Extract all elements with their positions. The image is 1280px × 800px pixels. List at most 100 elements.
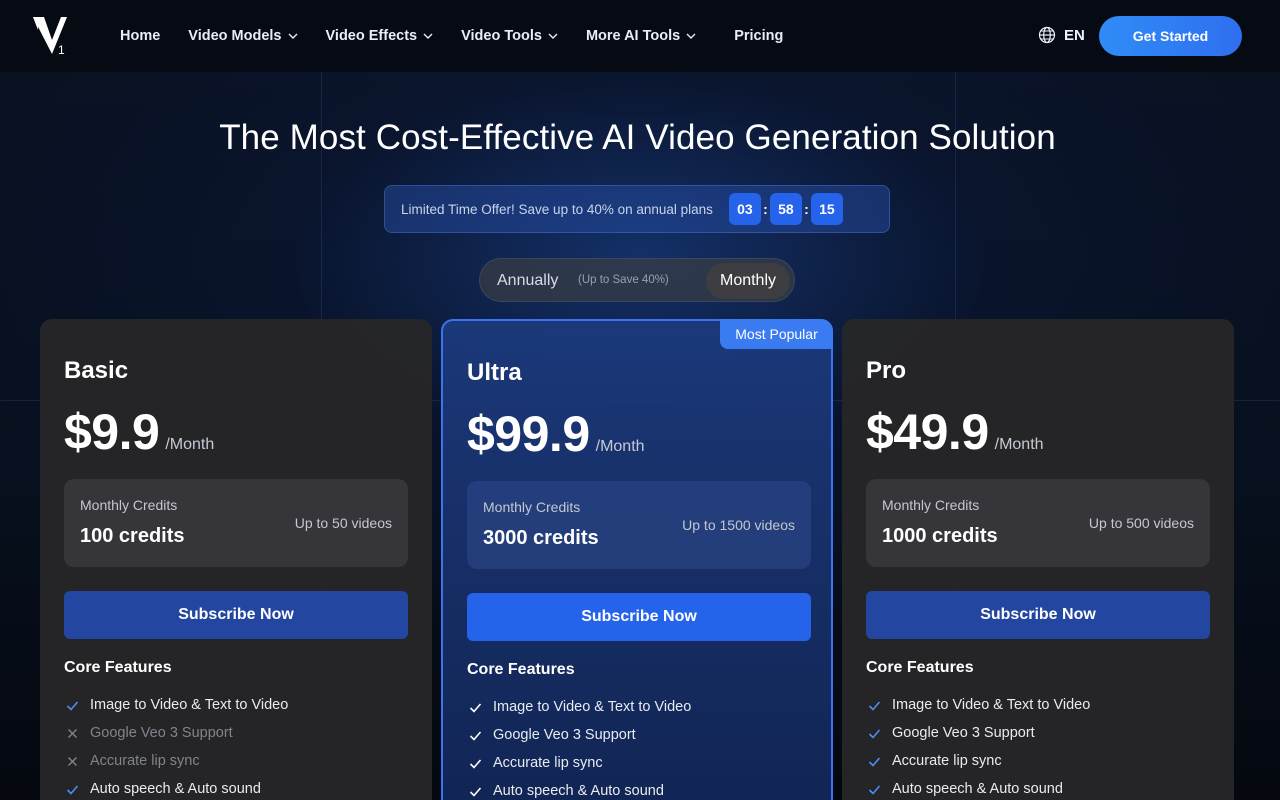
most-popular-badge: Most Popular [720, 319, 833, 349]
feature-label: Auto speech & Auto sound [892, 781, 1063, 797]
nav-more-ai-tools-label: More AI Tools [585, 28, 681, 44]
nav-video-models[interactable]: Video Models [188, 28, 297, 44]
feature-item: Image to Video & Text to Video [64, 691, 288, 719]
subscribe-button-basic[interactable]: Subscribe Now [64, 591, 408, 639]
feature-item: Auto speech & Auto sound [467, 777, 691, 800]
feature-item: Image to Video & Text to Video [866, 691, 1090, 719]
plan-card-ultra: Most Popular Ultra $99.9 /Month Monthly … [441, 319, 833, 800]
nav-video-tools-label: Video Tools [461, 28, 542, 44]
check-icon [866, 753, 882, 769]
countdown-separator: : [763, 201, 768, 217]
credits-label: Monthly Credits [80, 497, 178, 513]
chevron-down-icon [288, 33, 297, 39]
feature-item: Accurate lip sync [64, 747, 288, 775]
language-selector[interactable]: EN [1038, 26, 1085, 44]
get-started-button[interactable]: Get Started [1099, 16, 1242, 56]
countdown-seconds: 15 [810, 193, 843, 225]
nav-video-effects[interactable]: Video Effects [326, 28, 434, 44]
nav-more-ai-tools[interactable]: More AI Tools [586, 28, 696, 44]
chevron-down-icon [686, 33, 696, 39]
brand-logo-icon[interactable]: 1 [30, 14, 70, 58]
nav-video-effects-label: Video Effects [325, 28, 418, 44]
nav-video-tools[interactable]: Video Tools [461, 28, 558, 44]
feature-label: Image to Video & Text to Video [892, 697, 1091, 713]
feature-label: Auto speech & Auto sound [493, 783, 664, 799]
subscribe-button-ultra[interactable]: Subscribe Now [467, 593, 811, 641]
feature-list: Image to Video & Text to Video Google Ve… [467, 693, 691, 800]
nav-pricing[interactable]: Pricing [734, 28, 783, 44]
credits-label: Monthly Credits [882, 497, 980, 513]
video-count: Up to 500 videos [1088, 515, 1194, 531]
price-unit: /Month [595, 438, 645, 455]
feature-list: Image to Video & Text to Video Google Ve… [64, 691, 288, 800]
check-icon [467, 727, 483, 743]
feature-label: Accurate lip sync [90, 753, 200, 769]
chevron-down-icon [423, 33, 433, 39]
subscribe-button-pro[interactable]: Subscribe Now [866, 591, 1210, 639]
feature-item: Image to Video & Text to Video [467, 693, 691, 721]
page-title: The Most Cost-Effective AI Video Generat… [219, 118, 1056, 157]
feature-item: Auto speech & Auto sound [64, 775, 288, 800]
limited-offer-banner: Limited Time Offer! Save up to 40% on an… [384, 185, 890, 233]
check-icon [467, 783, 483, 799]
check-icon [64, 697, 80, 713]
check-icon [64, 781, 80, 797]
price-unit: /Month [994, 436, 1044, 453]
feature-item: Google Veo 3 Support [64, 719, 288, 747]
price-amount: $9.9 [64, 404, 160, 460]
countdown-hours: 03 [728, 193, 761, 225]
top-navbar: 1 Home Video Models Video Effects Video … [0, 0, 1280, 72]
credits-box: Monthly Credits 1000 credits Up to 500 v… [866, 479, 1210, 567]
feature-item: Auto speech & Auto sound [866, 775, 1090, 800]
plan-name: Pro [866, 357, 907, 384]
feature-label: Google Veo 3 Support [892, 725, 1035, 741]
countdown-separator: : [804, 201, 809, 217]
check-icon [866, 697, 882, 713]
credits-label: Monthly Credits [483, 499, 581, 515]
price-unit: /Month [165, 436, 215, 453]
feature-list: Image to Video & Text to Video Google Ve… [866, 691, 1090, 800]
nav-home[interactable]: Home [120, 28, 160, 44]
cross-icon [64, 753, 80, 769]
feature-label: Google Veo 3 Support [493, 727, 636, 743]
check-icon [467, 755, 483, 771]
plan-price: $99.9 /Month [467, 405, 645, 463]
logo-number: 1 [58, 43, 65, 57]
core-features-title: Core Features [64, 659, 172, 676]
feature-label: Google Veo 3 Support [90, 725, 233, 741]
chevron-down-icon [548, 33, 558, 39]
check-icon [866, 781, 882, 797]
credits-value: 100 credits [80, 525, 185, 547]
feature-item: Google Veo 3 Support [467, 721, 691, 749]
language-label: EN [1064, 26, 1085, 44]
feature-item: Accurate lip sync [467, 749, 691, 777]
credits-box: Monthly Credits 3000 credits Up to 1500 … [467, 481, 811, 569]
feature-label: Auto speech & Auto sound [90, 781, 261, 797]
annual-save-note: (Up to Save 40%) [578, 274, 669, 286]
credits-value: 3000 credits [483, 527, 599, 549]
billing-period-toggle: Annually (Up to Save 40%) Monthly [479, 258, 795, 302]
plan-price: $9.9 /Month [64, 403, 214, 461]
core-features-title: Core Features [467, 661, 575, 678]
countdown-timer: 03 : 58 : 15 [728, 193, 843, 225]
feature-item: Google Veo 3 Support [866, 719, 1090, 747]
toggle-annually[interactable]: Annually [497, 272, 558, 290]
check-icon [866, 725, 882, 741]
price-amount: $99.9 [467, 406, 590, 462]
globe-icon [1038, 26, 1056, 44]
main-nav: Home Video Models Video Effects Video To… [120, 0, 811, 72]
plan-card-pro: Pro $49.9 /Month Monthly Credits 1000 cr… [842, 319, 1234, 800]
core-features-title: Core Features [866, 659, 974, 676]
video-count: Up to 1500 videos [682, 517, 795, 533]
plan-name: Basic [64, 357, 129, 384]
feature-label: Image to Video & Text to Video [493, 699, 692, 715]
toggle-monthly[interactable]: Monthly [706, 263, 790, 299]
nav-pricing-label: Pricing [734, 28, 784, 44]
price-amount: $49.9 [866, 404, 989, 460]
credits-box: Monthly Credits 100 credits Up to 50 vid… [64, 479, 408, 567]
countdown-minutes: 58 [769, 193, 802, 225]
plan-card-basic: Basic $9.9 /Month Monthly Credits 100 cr… [40, 319, 432, 800]
feature-label: Image to Video & Text to Video [90, 697, 289, 713]
feature-item: Accurate lip sync [866, 747, 1090, 775]
nav-video-models-label: Video Models [188, 28, 282, 44]
